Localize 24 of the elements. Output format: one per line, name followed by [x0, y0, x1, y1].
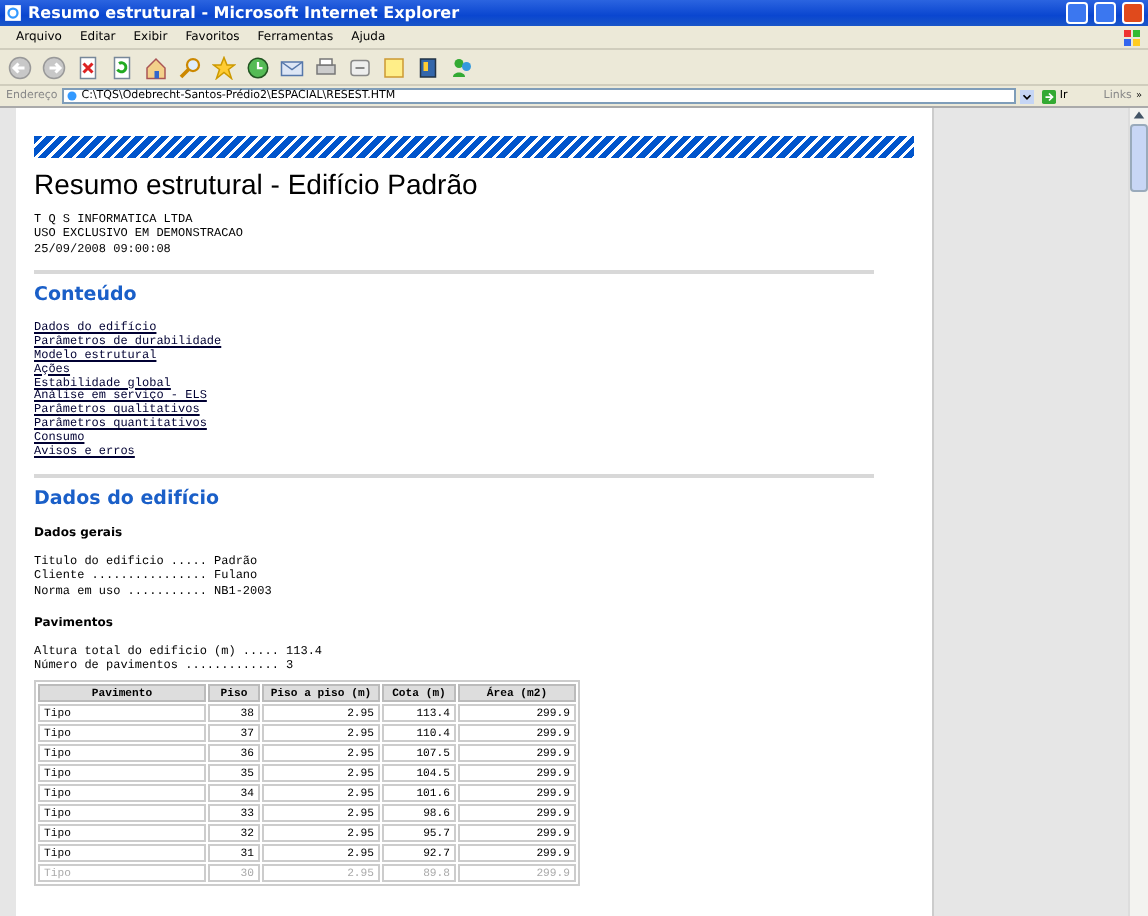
- window-title: Resumo estrutural - Microsoft Internet Explorer: [28, 4, 462, 22]
- scrollbar-thumb[interactable]: [1130, 124, 1148, 192]
- dropdown-icon[interactable]: [1019, 89, 1034, 103]
- close-button[interactable]: [1122, 2, 1144, 24]
- clock-icon[interactable]: [246, 55, 270, 79]
- people-icon[interactable]: [450, 55, 474, 79]
- browser-page-icon: [4, 4, 22, 22]
- section-heading: Dados do edifício: [34, 487, 222, 510]
- windows-flag-icon: [1124, 29, 1140, 45]
- house-icon[interactable]: [144, 55, 168, 79]
- restore-button[interactable]: [1094, 2, 1116, 24]
- page-icon: [65, 90, 78, 102]
- forward-arrow-icon[interactable]: [42, 55, 66, 79]
- magnifier-icon[interactable]: [178, 55, 202, 79]
- minimize-button[interactable]: [1066, 2, 1088, 24]
- printer-icon[interactable]: [314, 55, 338, 79]
- refresh-icon[interactable]: [110, 55, 134, 79]
- star-icon[interactable]: [212, 55, 236, 79]
- back-arrow-icon[interactable]: [8, 55, 32, 79]
- envelope-icon[interactable]: [280, 55, 304, 79]
- section-heading: Conteúdo: [34, 283, 139, 306]
- book-icon[interactable]: [416, 55, 440, 79]
- stop-icon[interactable]: [76, 55, 100, 79]
- page-title: Resumo estrutural - Edifício Padrão: [34, 168, 480, 200]
